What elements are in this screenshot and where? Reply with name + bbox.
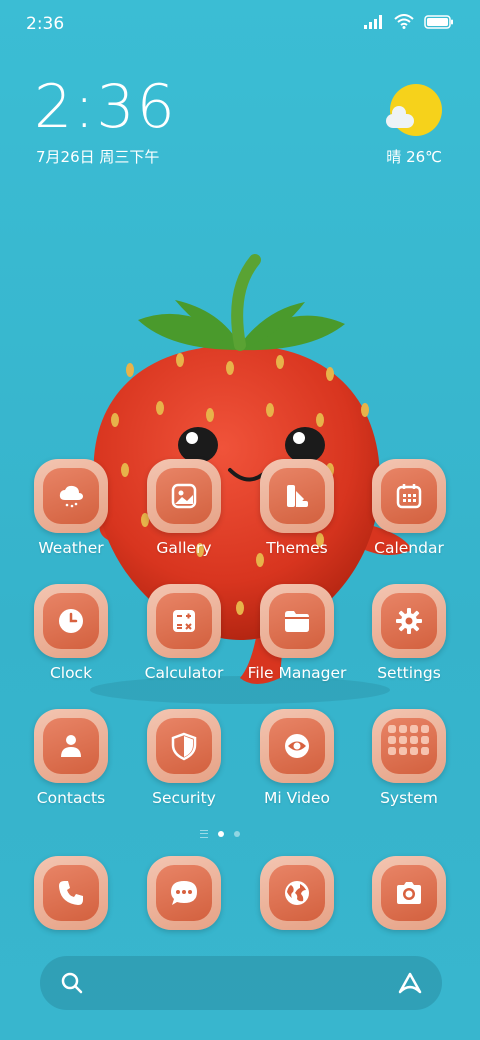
app-contacts[interactable]: Contacts bbox=[19, 709, 123, 807]
app-system[interactable]: System bbox=[357, 709, 461, 807]
app-messages[interactable] bbox=[132, 856, 236, 930]
app-gallery[interactable]: Gallery bbox=[132, 459, 236, 557]
app-themes[interactable]: Themes bbox=[245, 459, 349, 557]
app-camera[interactable] bbox=[357, 856, 461, 930]
app-icon-tile[interactable] bbox=[372, 584, 446, 658]
app-weather[interactable]: Weather bbox=[19, 459, 123, 557]
page-indicator[interactable] bbox=[200, 830, 240, 838]
signal-icon bbox=[364, 14, 382, 29]
calculator-icon bbox=[156, 593, 212, 649]
browser-icon bbox=[269, 865, 325, 921]
app-mi-video[interactable]: Mi Video bbox=[245, 709, 349, 807]
wifi-icon bbox=[394, 14, 414, 29]
battery-icon bbox=[424, 14, 453, 29]
app-icon-tile[interactable] bbox=[260, 459, 334, 533]
app-label: Weather bbox=[38, 539, 104, 557]
feed-page-icon[interactable] bbox=[200, 830, 208, 838]
app-icon-tile[interactable] bbox=[34, 709, 108, 783]
eye-icon bbox=[269, 718, 325, 774]
camera-icon bbox=[381, 865, 437, 921]
app-label: System bbox=[380, 789, 438, 807]
page-dot-1[interactable] bbox=[218, 831, 224, 837]
clock-widget-time[interactable]: 2:36 bbox=[34, 72, 177, 142]
assistant-icon[interactable] bbox=[396, 970, 424, 996]
weather-widget-text: 晴 26℃ bbox=[386, 148, 442, 166]
themes-icon bbox=[269, 468, 325, 524]
app-label: Security bbox=[152, 789, 216, 807]
app-label: Themes bbox=[266, 539, 328, 557]
folder-grid-icon bbox=[381, 718, 437, 774]
app-label: Gallery bbox=[156, 539, 212, 557]
app-icon-tile[interactable] bbox=[147, 459, 221, 533]
app-label: Contacts bbox=[36, 789, 106, 807]
app-phone[interactable] bbox=[19, 856, 123, 930]
app-label: File Manager bbox=[247, 664, 347, 682]
status-time: 2:36 bbox=[26, 14, 65, 34]
app-icon-tile[interactable] bbox=[372, 709, 446, 783]
app-calculator[interactable]: Calculator bbox=[132, 584, 236, 682]
app-icon-tile[interactable] bbox=[372, 459, 446, 533]
shield-icon bbox=[156, 718, 212, 774]
app-icon-tile[interactable] bbox=[147, 584, 221, 658]
contacts-icon bbox=[43, 718, 99, 774]
app-label: Clock bbox=[49, 664, 93, 682]
app-icon-tile[interactable] bbox=[147, 856, 221, 930]
page-dot-2[interactable] bbox=[234, 831, 240, 837]
app-label: Calculator bbox=[144, 664, 224, 682]
cloud-icon bbox=[386, 106, 414, 128]
app-label: Calendar bbox=[374, 539, 444, 557]
app-settings[interactable]: Settings bbox=[357, 584, 461, 682]
gallery-icon bbox=[156, 468, 212, 524]
phone-icon bbox=[43, 865, 99, 921]
app-icon-tile[interactable] bbox=[147, 709, 221, 783]
app-icon-tile[interactable] bbox=[260, 856, 334, 930]
clock-widget-date: 7月26日 周三下午 bbox=[36, 148, 160, 166]
app-security[interactable]: Security bbox=[132, 709, 236, 807]
gear-icon bbox=[381, 593, 437, 649]
search-bar[interactable] bbox=[40, 956, 442, 1010]
app-label: Settings bbox=[377, 664, 441, 682]
app-icon-tile[interactable] bbox=[372, 856, 446, 930]
messages-icon bbox=[156, 865, 212, 921]
app-icon-tile[interactable] bbox=[34, 584, 108, 658]
calendar-icon bbox=[381, 468, 437, 524]
folder-icon bbox=[269, 593, 325, 649]
app-icon-tile[interactable] bbox=[260, 709, 334, 783]
clock-icon bbox=[43, 593, 99, 649]
app-file-manager[interactable]: File Manager bbox=[245, 584, 349, 682]
search-icon[interactable] bbox=[60, 971, 84, 995]
app-label: Mi Video bbox=[263, 789, 331, 807]
app-browser[interactable] bbox=[245, 856, 349, 930]
app-icon-tile[interactable] bbox=[34, 459, 108, 533]
weather-icon bbox=[43, 468, 99, 524]
app-calendar[interactable]: Calendar bbox=[357, 459, 461, 557]
app-icon-tile[interactable] bbox=[34, 856, 108, 930]
app-icon-tile[interactable] bbox=[260, 584, 334, 658]
status-icons bbox=[364, 14, 454, 29]
app-clock[interactable]: Clock bbox=[19, 584, 123, 682]
